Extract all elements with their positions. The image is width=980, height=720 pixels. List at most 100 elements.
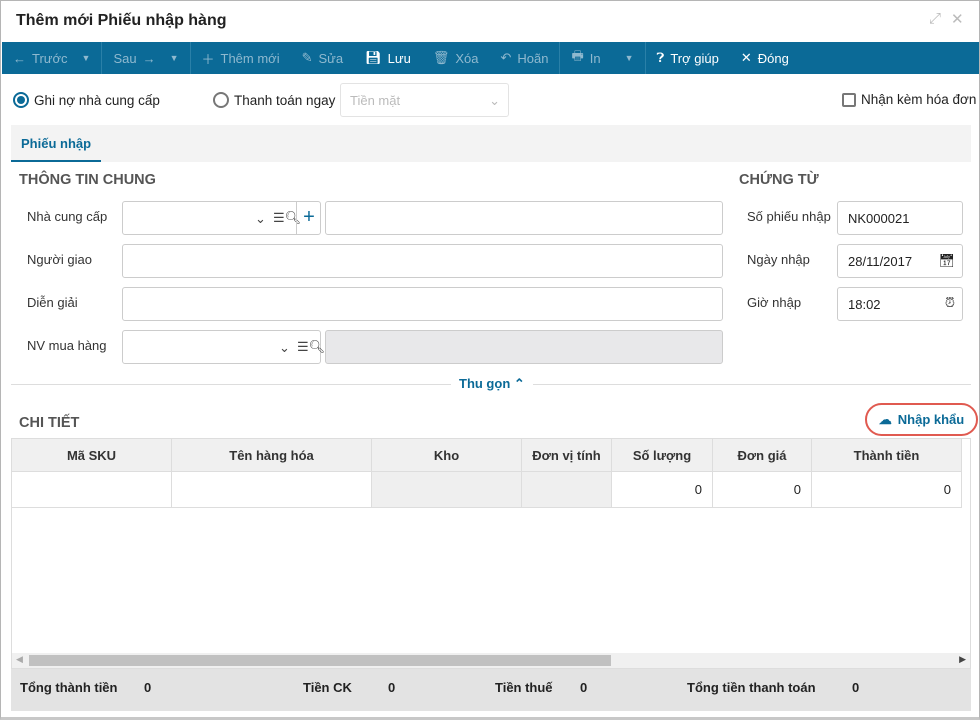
prev-button[interactable]: ← Trước ▼ (2, 42, 101, 74)
caret-down-icon[interactable]: ▼ (82, 53, 91, 63)
totals-bar: Tổng thành tiền 0 Tiền CK 0 Tiền thuế 0 … (11, 669, 971, 711)
supplier-label: Nhà cung cấp (27, 209, 108, 224)
close-button[interactable]: ✕ Đóng (730, 42, 800, 74)
collapse-divider: Thu gọn ⌃ (11, 376, 971, 392)
total-label: Tổng thành tiền (20, 680, 118, 695)
scroll-left-icon[interactable]: ◀ (16, 654, 23, 665)
discount-value: 0 (388, 680, 396, 695)
col-sku[interactable]: Mã SKU (12, 439, 172, 471)
discount-label: Tiền CK (303, 680, 352, 695)
buyer-label: NV mua hàng (27, 338, 107, 353)
checkbox-icon (842, 92, 856, 107)
col-unit[interactable]: Đơn vị tính (522, 439, 612, 471)
col-quantity[interactable]: Số lượng (612, 439, 713, 471)
radio-pay-now[interactable]: Thanh toán ngay (213, 92, 335, 108)
payment-method-value: Tiền mặt (350, 93, 401, 108)
date-label: Ngày nhập (747, 252, 810, 267)
delete-button[interactable]: 🗑︎ Xóa (422, 42, 490, 74)
chevron-up-icon: ⌃ (513, 376, 525, 391)
save-icon: 💾︎ (365, 50, 382, 65)
chevron-down-icon[interactable]: ⌄ (279, 340, 290, 356)
help-button[interactable]: ❓︎ Trợ giúp (646, 42, 730, 74)
cell-sku[interactable] (12, 472, 172, 507)
cell-name[interactable] (172, 472, 372, 507)
payment-method-select[interactable]: Tiền mặt ⌄ (340, 83, 509, 117)
search-list-icon[interactable]: ☰🔍︎ (297, 339, 325, 355)
voucher-number-label: Số phiếu nhập (747, 209, 831, 224)
grid-header: Mã SKU Tên hàng hóa Kho Đơn vị tính Số l… (12, 439, 962, 472)
cell-quantity[interactable]: 0 (612, 472, 713, 507)
import-button[interactable]: ☁ Nhập khẩu (865, 403, 978, 436)
radio-debt[interactable]: Ghi nợ nhà cung cấp (13, 92, 160, 108)
help-label: Trợ giúp (670, 50, 719, 66)
col-name[interactable]: Tên hàng hóa (172, 439, 372, 471)
time-label: Giờ nhập (747, 295, 802, 310)
save-label: Lưu (387, 50, 411, 66)
total-value: 0 (144, 680, 152, 695)
calendar-icon[interactable]: 📅︎ (938, 253, 955, 269)
pay-value: 0 (852, 680, 860, 695)
time-input[interactable]: 18:02 ⏰︎ (837, 287, 963, 321)
next-label: Sau (113, 50, 137, 66)
general-heading: THÔNG TIN CHUNG (19, 172, 156, 188)
date-input[interactable]: 28/11/2017 📅︎ (837, 244, 963, 278)
invoice-label: Nhận kèm hóa đơn (861, 92, 977, 107)
prev-label: Trước (32, 50, 68, 66)
edit-button[interactable]: ✎ Sửa (291, 42, 355, 74)
caret-down-icon[interactable]: ▼ (625, 53, 634, 63)
horizontal-scrollbar[interactable]: ◀ ▶ (12, 653, 970, 668)
scrollbar-thumb[interactable] (29, 655, 611, 666)
description-label: Diễn giải (27, 295, 78, 310)
tax-label: Tiền thuế (495, 680, 553, 695)
chevron-down-icon[interactable]: ⌄ (255, 211, 266, 227)
help-icon: ❓︎ (656, 50, 665, 65)
add-supplier-button[interactable]: + (296, 201, 321, 235)
voucher-number-input[interactable]: NK000021 (837, 201, 963, 235)
col-price[interactable]: Đơn giá (713, 439, 812, 471)
import-label: Nhập khẩu (897, 412, 965, 427)
radio-checked-icon (13, 92, 29, 108)
invoice-checkbox[interactable]: Nhận kèm hóa đơn (842, 92, 976, 107)
print-button[interactable]: 🖶 In ▼ (560, 42, 644, 74)
undo-label: Hoãn (517, 50, 549, 66)
detail-heading: CHI TIẾT (19, 415, 80, 431)
deliverer-input[interactable] (122, 244, 723, 278)
edit-label: Sửa (318, 50, 344, 66)
col-amount[interactable]: Thành tiền (812, 439, 962, 471)
undo-button[interactable]: ↶ Hoãn (489, 42, 559, 74)
cell-unit (522, 472, 612, 507)
date-value: 28/11/2017 (848, 254, 913, 269)
col-warehouse[interactable]: Kho (372, 439, 522, 471)
toolbar: ← Trước ▼ Sau → ▼ ＋ Thêm mới ✎ Sửa 💾︎ Lưu 🗑︎ Xóa… (2, 42, 979, 74)
pencil-icon: ✎ (301, 50, 313, 65)
print-label: In (589, 50, 601, 66)
description-input[interactable] (122, 287, 723, 321)
next-button[interactable]: Sau → ▼ (102, 42, 189, 74)
scroll-right-icon[interactable]: ▶ (959, 654, 966, 665)
printer-icon: 🖶 (571, 48, 584, 63)
radio-debt-label: Ghi nợ nhà cung cấp (34, 92, 160, 108)
alarm-clock-icon[interactable]: ⏰︎ (945, 295, 955, 311)
close-icon: ✕ (740, 50, 752, 65)
pay-label: Tổng tiền thanh toán (687, 680, 816, 695)
chevron-down-icon: ⌄ (489, 93, 500, 108)
buyer-select[interactable] (122, 330, 321, 364)
cell-amount[interactable]: 0 (812, 472, 962, 507)
add-button[interactable]: ＋ Thêm mới (191, 42, 291, 74)
dialog-window: Thêm mới Phiếu nhập hàng ⤢ ✕ ← Trước ▼ Sau… (0, 0, 980, 720)
maximize-icon[interactable]: ⤢ (929, 10, 941, 27)
caret-down-icon[interactable]: ▼ (170, 53, 179, 63)
cell-warehouse (372, 472, 522, 507)
undo-icon: ↶ (500, 50, 512, 65)
supplier-name-input[interactable] (325, 201, 723, 235)
tab-phieu-nhap[interactable]: Phiếu nhập (11, 125, 102, 162)
cloud-upload-icon: ☁ (878, 411, 892, 427)
arrow-right-icon: → (142, 50, 156, 66)
cell-price[interactable]: 0 (713, 472, 812, 507)
add-label: Thêm mới (220, 50, 280, 66)
dialog-title: Thêm mới Phiếu nhập hàng (16, 12, 227, 29)
save-button[interactable]: 💾︎ Lưu (354, 42, 422, 74)
collapse-button[interactable]: Thu gọn ⌃ (451, 376, 533, 392)
arrow-left-icon: ← (13, 50, 26, 66)
close-window-icon[interactable]: ✕ (951, 10, 964, 28)
